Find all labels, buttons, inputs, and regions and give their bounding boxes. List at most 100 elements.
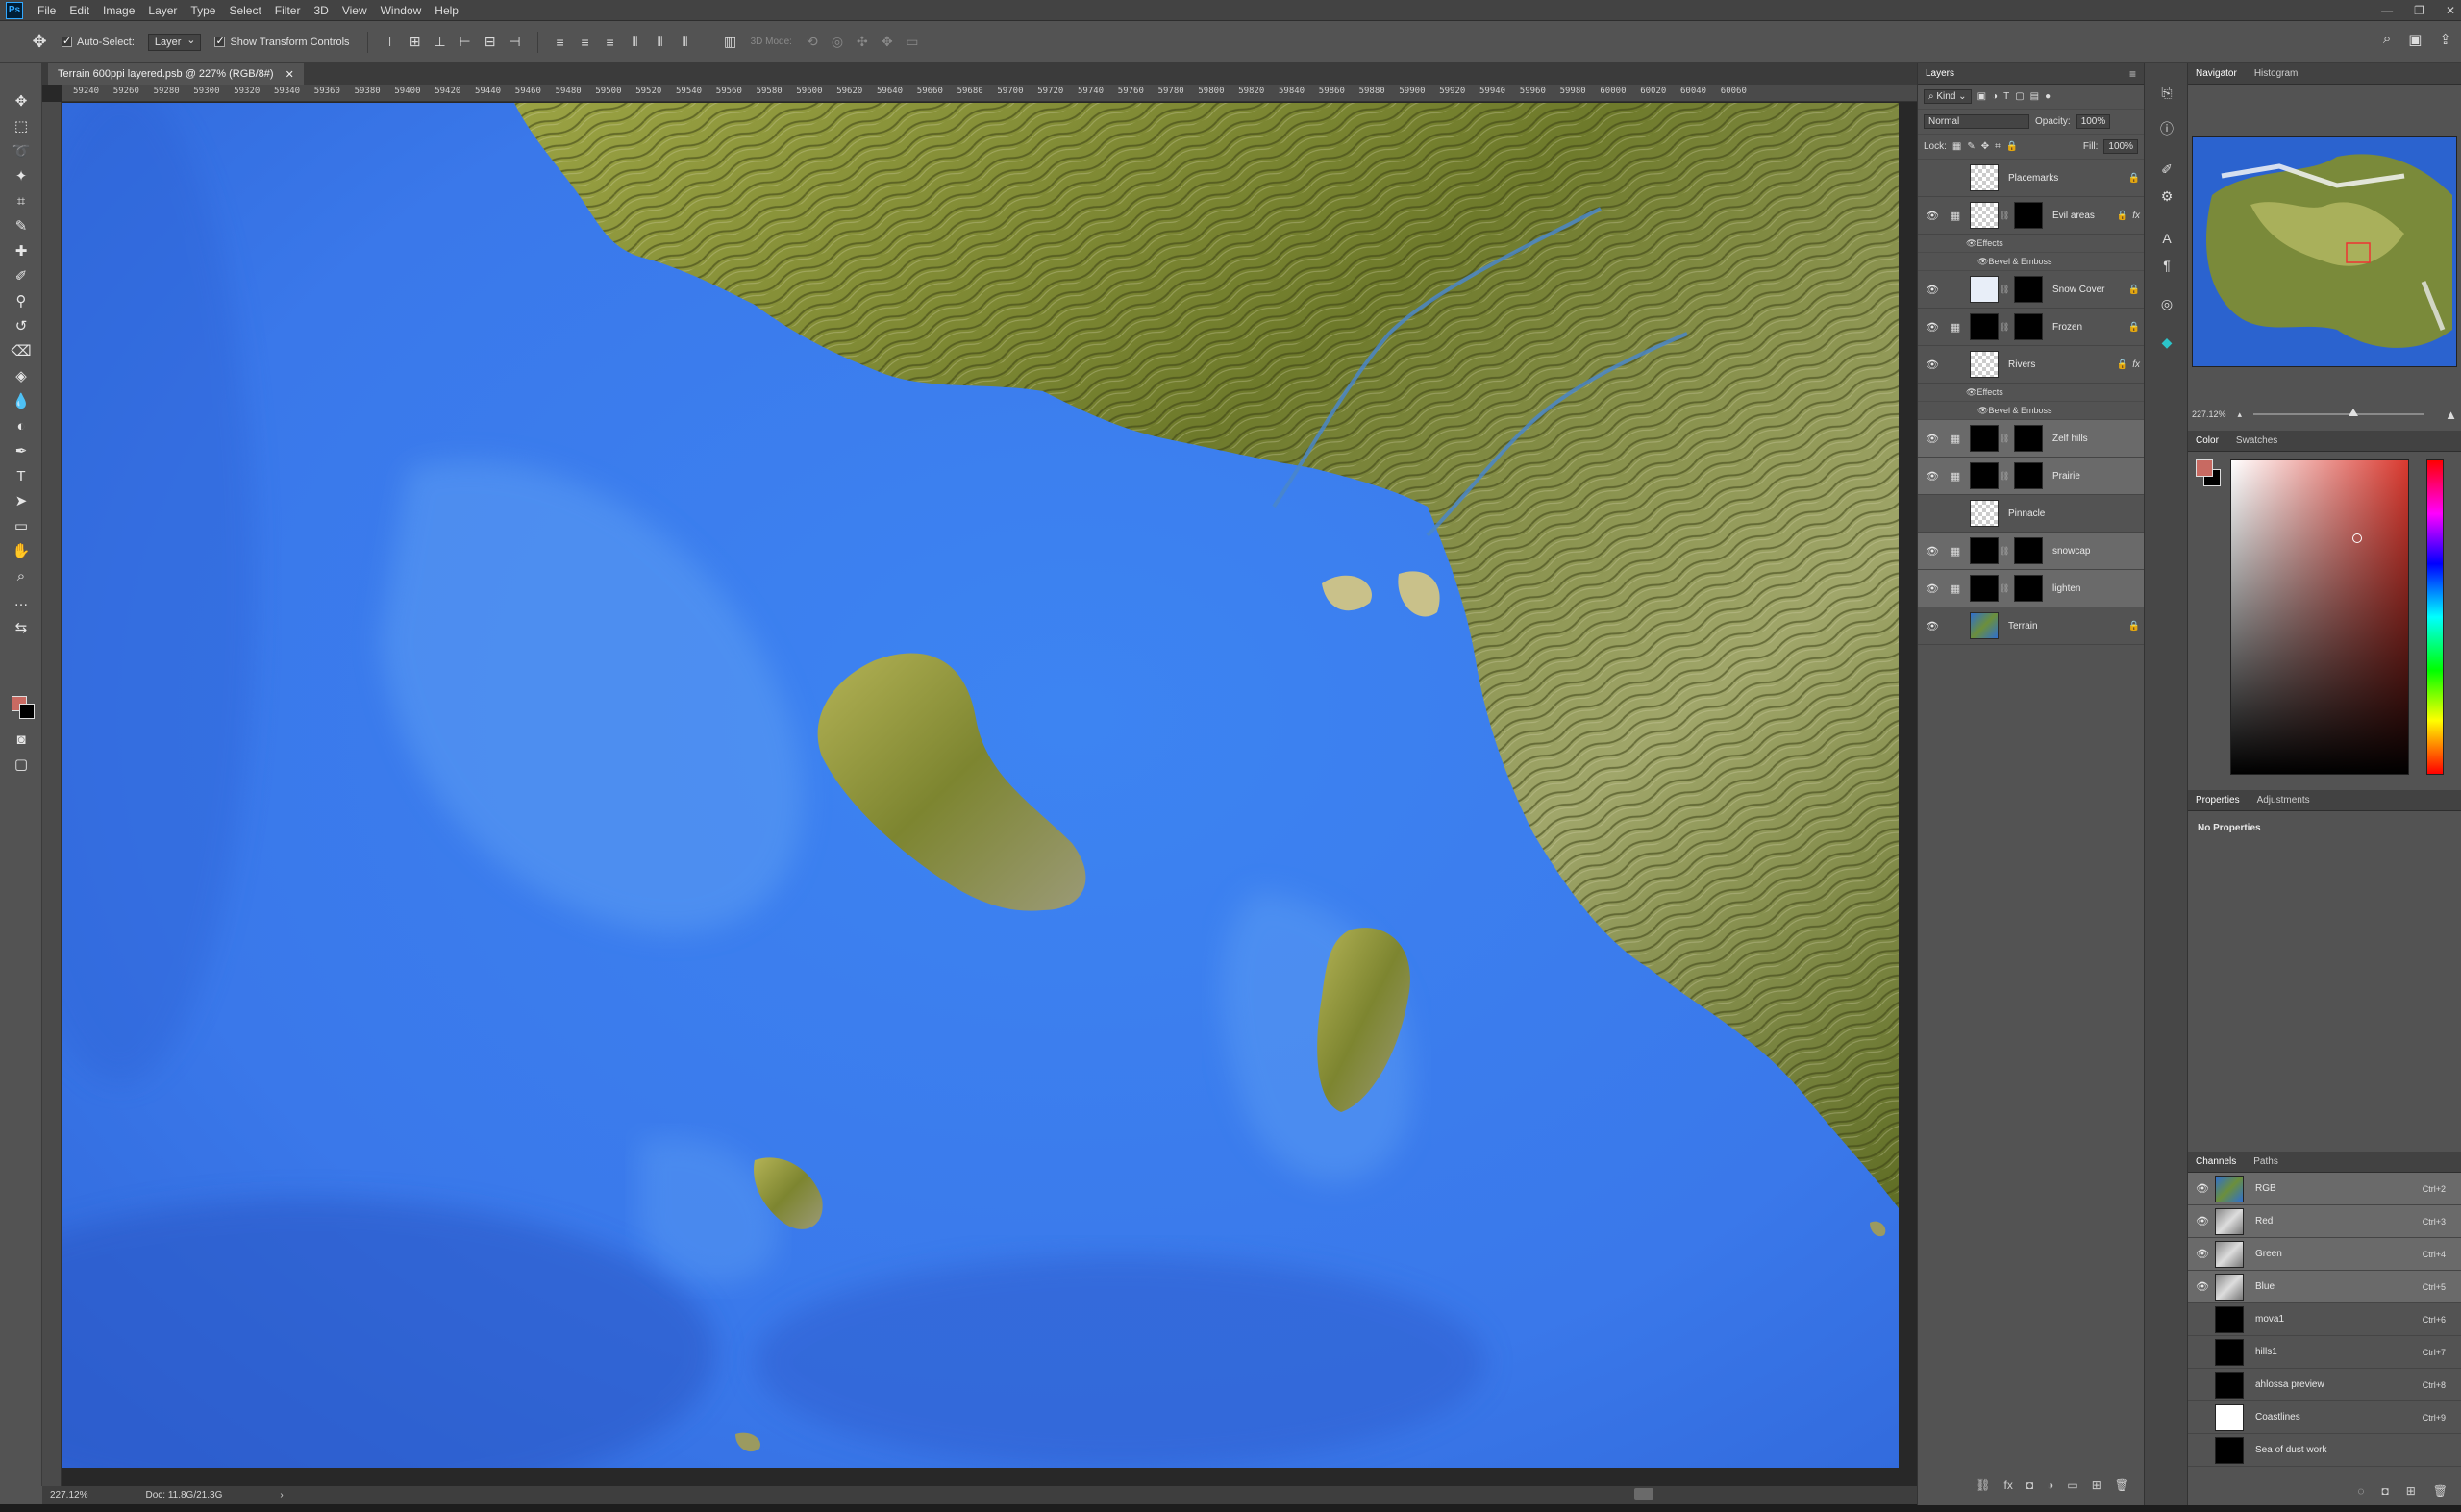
layer-row[interactable]: 👁 Terrain 🔒 <box>1918 607 2144 645</box>
history-brush-icon[interactable]: ↺ <box>10 315 33 336</box>
blur-icon[interactable]: 💧 <box>10 390 33 411</box>
layer-thumbnail[interactable] <box>1970 164 1999 191</box>
lasso-icon[interactable]: ➰ <box>10 140 33 161</box>
channel-visibility-icon[interactable]: 👁 <box>2194 1215 2211 1227</box>
channel-row[interactable]: 👁 Red Ctrl+3 <box>2188 1205 2461 1238</box>
menu-3d[interactable]: 3D <box>307 4 335 17</box>
layer-name[interactable]: Placemarks <box>2008 173 2128 184</box>
distribute-right-icon[interactable]: ⫴ <box>675 32 696 53</box>
menu-file[interactable]: File <box>31 4 62 17</box>
distribute-bottom-icon[interactable]: ≡ <box>600 32 621 53</box>
layer-row[interactable]: 👁 ▦ ⛓ Frozen 🔒 <box>1918 309 2144 346</box>
channel-visibility-icon[interactable]: 👁 <box>2194 1182 2211 1195</box>
layer-thumbnail[interactable] <box>1970 575 1999 602</box>
zoom-readout[interactable]: 227.12% <box>50 1490 87 1500</box>
filter-type-icon[interactable]: T <box>2003 91 2009 102</box>
layer-kind-filter[interactable]: ⌕ Kind ⌄ <box>1924 89 1972 104</box>
tab-layers[interactable]: Layers <box>1926 68 1954 79</box>
filter-adjustment-icon[interactable]: ◑ <box>1992 91 1998 102</box>
lock-artboard-icon[interactable]: ⌗ <box>1995 141 2001 152</box>
layer-effects-icon[interactable]: fx <box>2132 211 2140 221</box>
tab-swatches[interactable]: Swatches <box>2236 435 2277 446</box>
channel-visibility-icon[interactable]: 👁 <box>2194 1280 2211 1293</box>
mask-link-icon[interactable]: ⛓ <box>1999 546 2009 557</box>
channel-visibility-icon[interactable]: 👁 <box>2194 1313 2211 1326</box>
layer-name[interactable]: Prairie <box>2052 471 2144 482</box>
layer-row[interactable]: 👁 ▦ ⛓ snowcap <box>1918 533 2144 570</box>
lock-all-icon[interactable]: 🔒 <box>2006 141 2018 152</box>
layer-mask-thumbnail[interactable] <box>2014 276 2043 303</box>
align-right-edges-icon[interactable]: ⊣ <box>505 32 526 53</box>
visibility-eye-icon[interactable]: 👁 <box>1924 620 1941 632</box>
history-icon[interactable]: ⎘ <box>2157 83 2176 102</box>
layer-mask-thumbnail[interactable] <box>2014 425 2043 452</box>
brush-icon[interactable]: ✐ <box>10 265 33 286</box>
layer-name[interactable]: Snow Cover <box>2052 285 2128 295</box>
eraser-icon[interactable]: ⌫ <box>10 340 33 361</box>
layer-row[interactable]: 👁 ▦ ⛓ Prairie <box>1918 458 2144 495</box>
dodge-icon[interactable]: ◐ <box>10 415 33 436</box>
align-vertical-centers-icon[interactable]: ⊞ <box>405 32 426 53</box>
channel-row[interactable]: 👁 hills1 Ctrl+7 <box>2188 1336 2461 1369</box>
layer-effects-icon[interactable]: fx <box>2132 359 2140 370</box>
visibility-eye-icon[interactable]: 👁 <box>1924 470 1941 483</box>
info-icon[interactable]: ⓘ <box>2157 119 2176 138</box>
effects-row[interactable]: 👁 Effects <box>1918 384 2144 402</box>
vertical-ruler[interactable] <box>42 102 62 1486</box>
hue-slider[interactable] <box>2426 459 2444 775</box>
save-selection-icon[interactable]: ◘ <box>2381 1484 2388 1498</box>
minimize-button[interactable]: — <box>2381 4 2393 17</box>
new-group-icon[interactable]: ▭ <box>2067 1478 2077 1492</box>
lock-position-icon[interactable]: ✥ <box>1981 141 1989 152</box>
navigator-zoom-readout[interactable]: 227.12% <box>2192 409 2226 419</box>
color-picker-ring[interactable] <box>2352 533 2362 543</box>
screen-mode-icon[interactable]: ▢ <box>10 754 33 775</box>
channel-visibility-icon[interactable]: 👁 <box>2194 1378 2211 1391</box>
layer-row[interactable]: 👁 ▦ ⛓ Zelf hills <box>1918 420 2144 458</box>
delete-channel-icon[interactable]: 🗑 <box>2433 1484 2448 1498</box>
menu-help[interactable]: Help <box>428 4 465 17</box>
tab-histogram[interactable]: Histogram <box>2254 68 2299 79</box>
channel-row[interactable]: 👁 ahlossa preview Ctrl+8 <box>2188 1369 2461 1401</box>
layer-thumbnail[interactable] <box>1970 537 1999 564</box>
paint-bucket-icon[interactable]: ◈ <box>10 365 33 386</box>
mask-link-icon[interactable]: ⛓ <box>1999 285 2009 295</box>
auto-align-icon[interactable]: ▥ <box>720 32 741 53</box>
blend-mode-dropdown[interactable]: Normal <box>1924 114 2029 129</box>
tab-properties[interactable]: Properties <box>2196 795 2240 806</box>
layer-thumbnail[interactable] <box>1970 276 1999 303</box>
channel-visibility-icon[interactable]: 👁 <box>2194 1346 2211 1358</box>
visibility-eye-icon[interactable]: 👁 <box>1924 210 1941 222</box>
eyedropper-icon[interactable]: ✎ <box>10 215 33 236</box>
link-layers-icon[interactable]: ⛓ <box>1976 1478 1990 1492</box>
layer-row[interactable]: 👁 ⛓ Snow Cover 🔒 <box>1918 271 2144 309</box>
tab-paths[interactable]: Paths <box>2253 1156 2278 1167</box>
layer-thumbnail[interactable] <box>1970 425 1999 452</box>
libraries-icon[interactable]: ◆ <box>2157 333 2176 352</box>
layer-row[interactable]: 👁 Pinnacle <box>1918 495 2144 533</box>
menu-filter[interactable]: Filter <box>268 4 308 17</box>
brush-settings-icon[interactable]: ✐ <box>2157 160 2176 179</box>
status-menu-arrow-icon[interactable]: › <box>280 1490 283 1500</box>
horizontal-ruler[interactable]: 59240 59260 59280 59300 59320 59340 59360 59380… <box>62 85 1917 102</box>
pen-icon[interactable]: ✒ <box>10 440 33 461</box>
visibility-eye-icon[interactable]: 👁 <box>1924 321 1941 334</box>
zoom-out-icon[interactable]: ▴ <box>2238 409 2243 420</box>
opacity-field[interactable]: 100% <box>2076 114 2111 129</box>
healing-brush-icon[interactable]: ✚ <box>10 240 33 261</box>
channel-visibility-icon[interactable]: 👁 <box>2194 1248 2211 1260</box>
mask-link-icon[interactable]: ⛓ <box>1999 583 2009 594</box>
align-horizontal-centers-icon[interactable]: ⊟ <box>480 32 501 53</box>
zoom-in-icon[interactable]: ▲ <box>2445 408 2457 422</box>
layer-name[interactable]: lighten <box>2052 583 2144 594</box>
layer-thumbnail[interactable] <box>1970 313 1999 340</box>
filter-shape-icon[interactable]: ▢ <box>2015 91 2024 102</box>
zoom-icon[interactable]: ⌕ <box>10 565 33 586</box>
restore-button[interactable]: ❐ <box>2414 4 2424 17</box>
layer-mask-thumbnail[interactable] <box>2014 462 2043 489</box>
color-picker-field[interactable] <box>2230 459 2409 775</box>
align-top-edges-icon[interactable]: ⊤ <box>380 32 401 53</box>
layer-name[interactable]: snowcap <box>2052 546 2144 557</box>
menu-view[interactable]: View <box>336 4 374 17</box>
layer-mask-thumbnail[interactable] <box>2014 202 2043 229</box>
